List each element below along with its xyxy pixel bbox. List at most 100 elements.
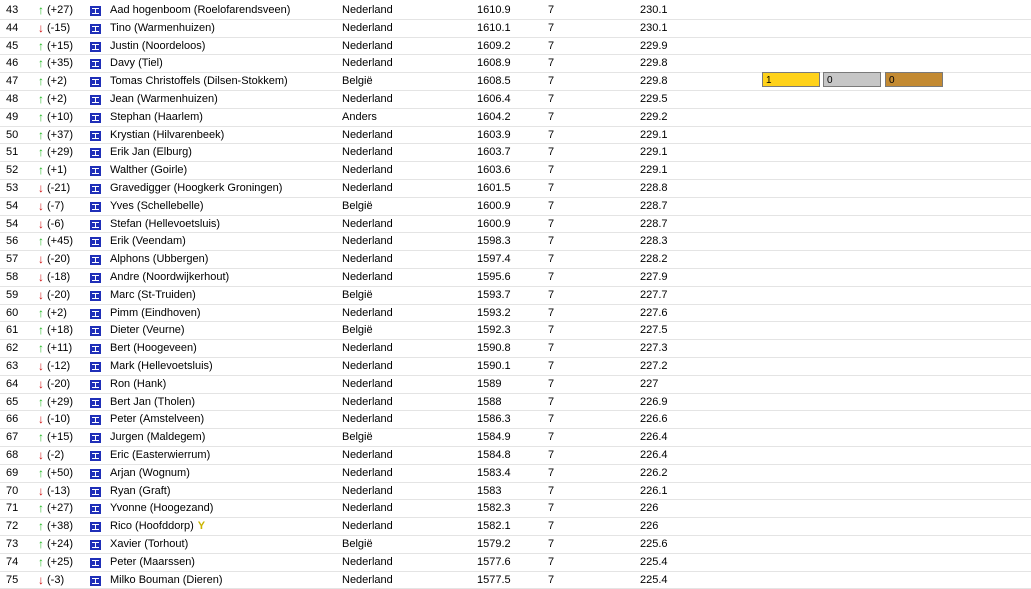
player-name[interactable]: Justin (Noordeloos) bbox=[110, 40, 205, 52]
player-name-link[interactable]: Gravedigger (Hoogkerk Groningen) bbox=[110, 180, 335, 197]
games-cell: 7 bbox=[548, 413, 555, 426]
chess-board-icon bbox=[90, 290, 101, 301]
arrow-down-icon: ↓ bbox=[38, 376, 44, 391]
country-cell: België bbox=[342, 324, 373, 337]
player-name[interactable]: Yvonne (Hoogezand) bbox=[110, 502, 213, 514]
player-name-link[interactable]: Davy (Tiel) bbox=[110, 55, 335, 72]
player-name-link[interactable]: Bert Jan (Tholen) bbox=[110, 394, 335, 411]
player-name-link[interactable]: Krystian (Hilvarenbeek) bbox=[110, 127, 335, 144]
player-name[interactable]: Stefan (Hellevoetsluis) bbox=[110, 218, 220, 230]
player-name-link[interactable]: Mark (Hellevoetsluis) bbox=[110, 358, 335, 375]
player-name-link[interactable]: Alphons (Ubbergen) bbox=[110, 251, 335, 268]
player-name[interactable]: Tomas Christoffels (Dilsen-Stokkem) bbox=[110, 75, 288, 87]
player-name-link[interactable]: Stephan (Haarlem) bbox=[110, 109, 335, 126]
player-name[interactable]: Krystian (Hilvarenbeek) bbox=[110, 129, 224, 141]
player-name-link[interactable]: Pimm (Eindhoven) bbox=[110, 305, 335, 322]
player-name[interactable]: Peter (Maarssen) bbox=[110, 556, 195, 568]
player-name[interactable]: Xavier (Torhout) bbox=[110, 538, 188, 550]
rating-cell: 1600.9 bbox=[477, 199, 511, 212]
rating-cell: 1584.9 bbox=[477, 431, 511, 444]
rank-cell: 61 bbox=[6, 324, 19, 337]
player-name[interactable]: Erik Jan (Elburg) bbox=[110, 146, 192, 158]
player-name[interactable]: Ryan (Graft) bbox=[110, 485, 171, 497]
player-name[interactable]: Erik (Veendam) bbox=[110, 235, 186, 247]
arrow-up-icon: ↑ bbox=[38, 501, 44, 516]
arrow-up-icon: ↑ bbox=[38, 394, 44, 409]
player-name[interactable]: Bert (Hoogeveen) bbox=[110, 342, 197, 354]
chess-board-icon bbox=[90, 237, 101, 248]
table-row: 70 ↓ (-13) Ryan (Graft) Nederland 1583 7 226.1 bbox=[0, 483, 1031, 501]
player-name-link[interactable]: Tomas Christoffels (Dilsen-Stokkem) bbox=[110, 73, 335, 90]
rank-cell: 68 bbox=[6, 448, 19, 461]
country-cell: Nederland bbox=[342, 342, 393, 355]
player-name[interactable]: Mark (Hellevoetsluis) bbox=[110, 360, 213, 372]
player-name-link[interactable]: Erik Jan (Elburg) bbox=[110, 144, 335, 161]
player-name[interactable]: Ron (Hank) bbox=[110, 378, 166, 390]
player-name-link[interactable]: Walther (Goirle) bbox=[110, 162, 335, 179]
rank-cell: 48 bbox=[6, 92, 19, 105]
rank-cell: 69 bbox=[6, 466, 19, 479]
player-name[interactable]: Alphons (Ubbergen) bbox=[110, 253, 208, 265]
rank-change: (+18) bbox=[47, 324, 73, 337]
player-name-link[interactable]: Marc (St-Truiden) bbox=[110, 287, 335, 304]
player-name[interactable]: Peter (Amstelveen) bbox=[110, 413, 204, 425]
player-name[interactable]: Walther (Goirle) bbox=[110, 164, 187, 176]
player-name-link[interactable]: Yvonne (Hoogezand) bbox=[110, 500, 335, 517]
score-cell: 229.8 bbox=[640, 57, 668, 70]
player-name-link[interactable]: Yves (Schellebelle) bbox=[110, 198, 335, 215]
table-row: 54 ↓ (-7) Yves (Schellebelle) België 1600.9 7 2… bbox=[0, 198, 1031, 216]
player-name-link[interactable]: Jean (Warmenhuizen) bbox=[110, 91, 335, 108]
player-name[interactable]: Jurgen (Maldegem) bbox=[110, 431, 205, 443]
player-name[interactable]: Andre (Noordwijkerhout) bbox=[110, 271, 229, 283]
player-name[interactable]: Davy (Tiel) bbox=[110, 57, 163, 69]
player-name-link[interactable]: Tino (Warmenhuizen) bbox=[110, 20, 335, 37]
player-name[interactable]: Eric (Easterwierrum) bbox=[110, 449, 210, 461]
player-name-link[interactable]: Aad hogenboom (Roelofarendsveen) bbox=[110, 2, 335, 19]
player-name-link[interactable]: Jurgen (Maldegem) bbox=[110, 429, 335, 446]
player-name-link[interactable]: Andre (Noordwijkerhout) bbox=[110, 269, 335, 286]
player-name-link[interactable]: Dieter (Veurne) bbox=[110, 322, 335, 339]
player-name[interactable]: Marc (St-Truiden) bbox=[110, 289, 196, 301]
rank-change: (-20) bbox=[47, 253, 71, 266]
chess-board-icon bbox=[90, 6, 101, 16]
player-name[interactable]: Aad hogenboom (Roelofarendsveen) bbox=[110, 4, 290, 16]
player-name[interactable]: Bert Jan (Tholen) bbox=[110, 396, 195, 408]
rating-cell: 1610.1 bbox=[477, 21, 511, 34]
games-cell: 7 bbox=[548, 164, 555, 177]
arrow-down-icon: ↓ bbox=[38, 447, 44, 462]
chess-board-icon bbox=[90, 379, 101, 390]
player-name-link[interactable]: Arjan (Wognum) bbox=[110, 465, 335, 482]
rank-change: (+35) bbox=[47, 57, 73, 70]
rank-cell: 54 bbox=[6, 199, 19, 212]
player-name-link[interactable]: Peter (Amstelveen) bbox=[110, 411, 335, 428]
player-name[interactable]: Jean (Warmenhuizen) bbox=[110, 93, 218, 105]
player-name[interactable]: Milko Bouman (Dieren) bbox=[110, 574, 222, 586]
rating-cell: 1583 bbox=[477, 484, 502, 497]
score-cell: 228.7 bbox=[640, 217, 668, 230]
player-name-link[interactable]: Justin (Noordeloos) bbox=[110, 38, 335, 55]
player-name-link[interactable]: Stefan (Hellevoetsluis) bbox=[110, 216, 335, 233]
player-name[interactable]: Pimm (Eindhoven) bbox=[110, 307, 200, 319]
player-name-link[interactable]: Milko Bouman (Dieren) bbox=[110, 572, 335, 589]
player-name[interactable]: Gravedigger (Hoogkerk Groningen) bbox=[110, 182, 282, 194]
player-name[interactable]: Yves (Schellebelle) bbox=[110, 200, 204, 212]
player-name-link[interactable]: Xavier (Torhout) bbox=[110, 536, 335, 553]
table-row: 68 ↓ (-2) Eric (Easterwierrum) Nederland 1584… bbox=[0, 447, 1031, 465]
rank-change: (+50) bbox=[47, 466, 73, 479]
chess-board-icon bbox=[90, 539, 101, 550]
player-name[interactable]: Stephan (Haarlem) bbox=[110, 111, 203, 123]
player-name-link[interactable]: Ryan (Graft) bbox=[110, 483, 335, 500]
player-name-link[interactable]: Eric (Easterwierrum) bbox=[110, 447, 335, 464]
player-name[interactable]: Dieter (Veurne) bbox=[110, 324, 185, 336]
player-name-link[interactable]: Rico (Hoofddorp) Y bbox=[110, 518, 335, 535]
score-cell: 227.2 bbox=[640, 359, 668, 372]
player-name-link[interactable]: Erik (Veendam) bbox=[110, 233, 335, 250]
player-name-link[interactable]: Bert (Hoogeveen) bbox=[110, 340, 335, 357]
player-name-link[interactable]: Ron (Hank) bbox=[110, 376, 335, 393]
player-name-link[interactable]: Peter (Maarssen) bbox=[110, 554, 335, 571]
player-name[interactable]: Arjan (Wognum) bbox=[110, 467, 190, 479]
rating-cell: 1582.1 bbox=[477, 520, 511, 533]
player-name[interactable]: Rico (Hoofddorp) bbox=[110, 520, 194, 532]
country-cell: Nederland bbox=[342, 502, 393, 515]
player-name[interactable]: Tino (Warmenhuizen) bbox=[110, 22, 215, 34]
